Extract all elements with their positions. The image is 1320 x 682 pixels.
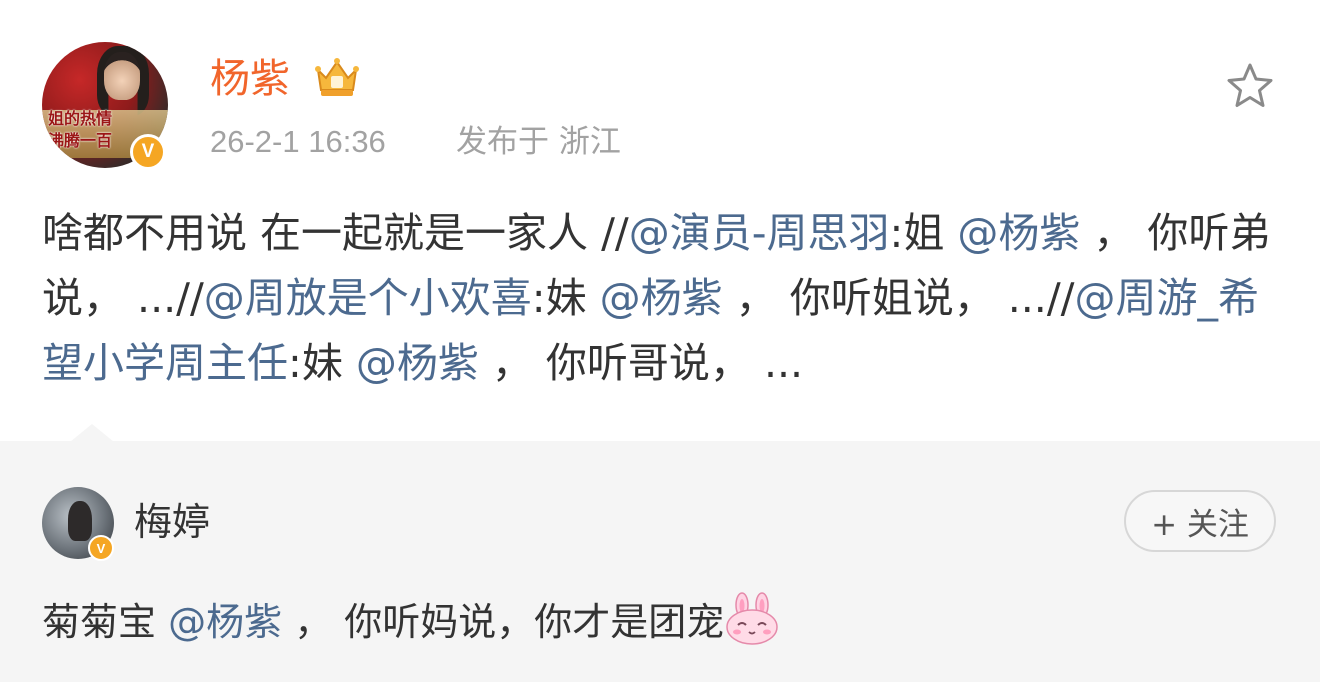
author-name[interactable]: 杨紫 <box>210 54 290 104</box>
post-time: 26-2-1 16:36 <box>210 124 386 159</box>
mention-link[interactable]: @杨紫 <box>600 274 723 322</box>
avatar-face <box>104 52 140 100</box>
star-outline-icon[interactable] <box>1224 60 1276 112</box>
avatar-figure <box>68 501 92 541</box>
mention-link[interactable]: @演员-周思羽 <box>629 209 890 257</box>
post-text: :妹 <box>288 339 356 387</box>
post-text: :姐 <box>889 209 958 257</box>
comment-text-segment: ， 你听妈说，你才是团宠 <box>282 600 725 644</box>
post-text: ， 你听哥说， ... <box>478 339 804 387</box>
post-text: :妹 <box>531 274 600 322</box>
follow-button[interactable]: + 关注 <box>1124 490 1276 552</box>
mention-link[interactable]: @杨紫 <box>957 209 1080 257</box>
crown-badge-icon[interactable] <box>312 56 362 100</box>
mention-link[interactable]: @周放是个小欢喜 <box>204 274 532 322</box>
bunny-emoji-icon <box>726 592 779 645</box>
commenter-name[interactable]: 梅婷 <box>134 498 210 546</box>
avatar-banner-line: 姐的热情 <box>48 109 113 128</box>
comment-text-segment: 菊菊宝 <box>42 600 169 644</box>
post-body: 啥都不用说 在一起就是一家人 //@演员-周思羽:姐 @杨紫 ， 你听弟说， .… <box>42 201 1282 396</box>
verified-v-icon: V <box>130 134 166 170</box>
comment-text: 菊菊宝 @杨紫 ， 你听妈说，你才是团宠 <box>42 591 780 650</box>
post-location: 发布于 浙江 <box>456 124 621 160</box>
mention-link[interactable]: @杨紫 <box>168 600 282 644</box>
post-text: ， 你听姐说， ...// <box>722 274 1075 322</box>
verified-v-icon: V <box>88 535 114 561</box>
mention-link[interactable]: @杨紫 <box>356 339 479 387</box>
comment-pointer <box>70 424 114 442</box>
post-text: 啥都不用说 在一起就是一家人 // <box>42 209 629 257</box>
